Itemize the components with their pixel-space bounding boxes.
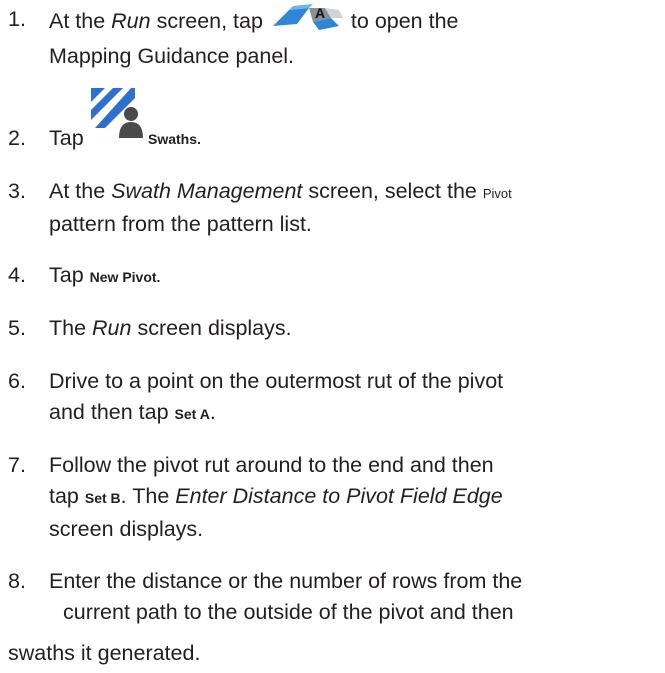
step-text: Tap xyxy=(49,126,84,150)
step-text: . xyxy=(209,400,216,424)
trailing-text: swaths it generated. xyxy=(8,641,201,665)
step-text: screen displays. xyxy=(49,517,204,541)
mapping-guidance-icon: A xyxy=(269,4,345,41)
ui-label: Swaths xyxy=(148,131,198,147)
step-text: screen, tap xyxy=(150,9,269,34)
step-number: 4. xyxy=(8,263,26,287)
svg-text:A: A xyxy=(315,5,325,21)
step-text: screen, select the xyxy=(302,179,483,203)
step-text: At the xyxy=(49,179,112,203)
ui-label: New Pivot xyxy=(89,269,157,285)
step-text: Tap xyxy=(49,263,90,287)
step-text: screen displays. xyxy=(131,316,292,340)
step-text: At the xyxy=(49,9,112,34)
step-text: . The xyxy=(120,484,176,508)
ui-label: Set A xyxy=(174,406,210,422)
step-text: Follow the pivot rut around to the end a… xyxy=(49,453,494,477)
screen-name: Run xyxy=(92,316,132,340)
screen-name: Run xyxy=(111,9,151,34)
step-text: current path to the outside of the pivot… xyxy=(63,600,514,624)
step-number: 2. xyxy=(8,126,26,150)
step-number: 8. xyxy=(8,569,26,593)
step-number: 1. xyxy=(8,7,26,31)
screen-name: Enter Distance to Pivot Field Edge xyxy=(175,484,503,508)
step-text: Mapping Guidance panel. xyxy=(49,44,295,68)
ui-label: Set B xyxy=(84,490,121,506)
screen-name: Swath Management xyxy=(111,179,303,203)
step-text: Drive to a point on the outermost rut of… xyxy=(49,369,504,393)
step-text: Enter the distance or the number of rows… xyxy=(49,569,523,593)
step-number: 7. xyxy=(8,453,26,477)
step-text: The xyxy=(49,316,93,340)
step-number: 5. xyxy=(8,316,26,340)
step-text: and then tap xyxy=(49,400,175,424)
step-text: to open the xyxy=(344,9,459,34)
step-number: 6. xyxy=(8,369,26,393)
ui-label: Pivot xyxy=(482,186,512,201)
step-text: tap xyxy=(49,484,85,508)
step-text: . xyxy=(156,269,161,285)
step-text: pattern from the pattern list. xyxy=(49,212,312,236)
step-number: 3. xyxy=(8,179,26,203)
step-text: . xyxy=(197,131,201,147)
swaths-icon xyxy=(91,88,143,147)
